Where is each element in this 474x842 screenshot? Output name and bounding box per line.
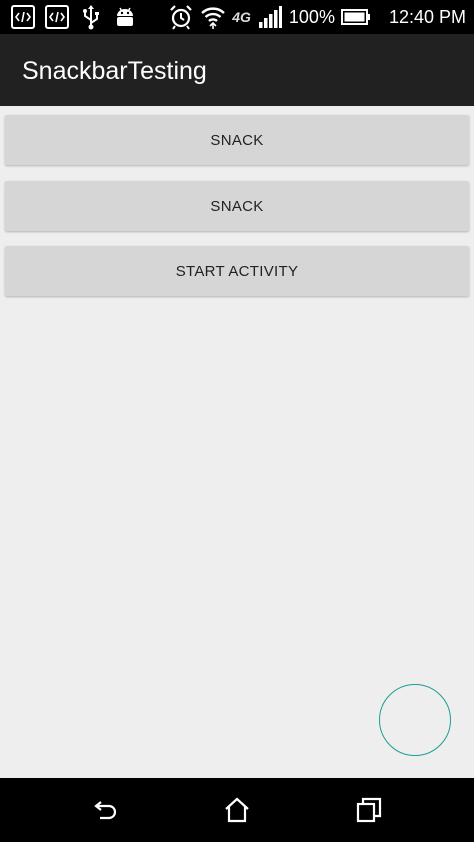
app-toolbar: SnackbarTesting <box>0 34 474 106</box>
code-icon <box>44 4 70 30</box>
floating-action-button[interactable] <box>379 684 451 756</box>
battery-icon <box>340 4 371 30</box>
navigation-bar <box>0 778 474 842</box>
main-content: SNACK SNACK START ACTIVITY <box>0 106 474 778</box>
battery-percent: 100% <box>288 7 335 27</box>
alarm-clock-icon <box>168 4 194 30</box>
home-icon[interactable] <box>223 796 251 824</box>
toolbar-title: SnackbarTesting <box>22 57 207 85</box>
android-icon <box>112 4 138 30</box>
recent-apps-icon[interactable] <box>355 796 383 824</box>
signal-icon <box>257 4 283 30</box>
phone-screen: 4G 100% 12:40 PM SnackbarTesting SNACK S… <box>0 0 474 842</box>
start-activity-button[interactable]: START ACTIVITY <box>5 246 469 296</box>
usb-icon <box>78 4 104 30</box>
wifi-icon <box>200 4 226 30</box>
clock: 12:40 PM <box>388 7 466 27</box>
snack-button-1[interactable]: SNACK <box>5 115 469 165</box>
system-icons: 4G 100% 12:40 PM <box>168 3 466 31</box>
back-icon[interactable] <box>92 796 120 824</box>
code-icon <box>10 4 36 30</box>
notification-icons <box>10 3 138 31</box>
lte-icon: 4G <box>232 9 251 25</box>
status-bar: 4G 100% 12:40 PM <box>0 0 474 34</box>
snack-button-2[interactable]: SNACK <box>5 181 469 231</box>
